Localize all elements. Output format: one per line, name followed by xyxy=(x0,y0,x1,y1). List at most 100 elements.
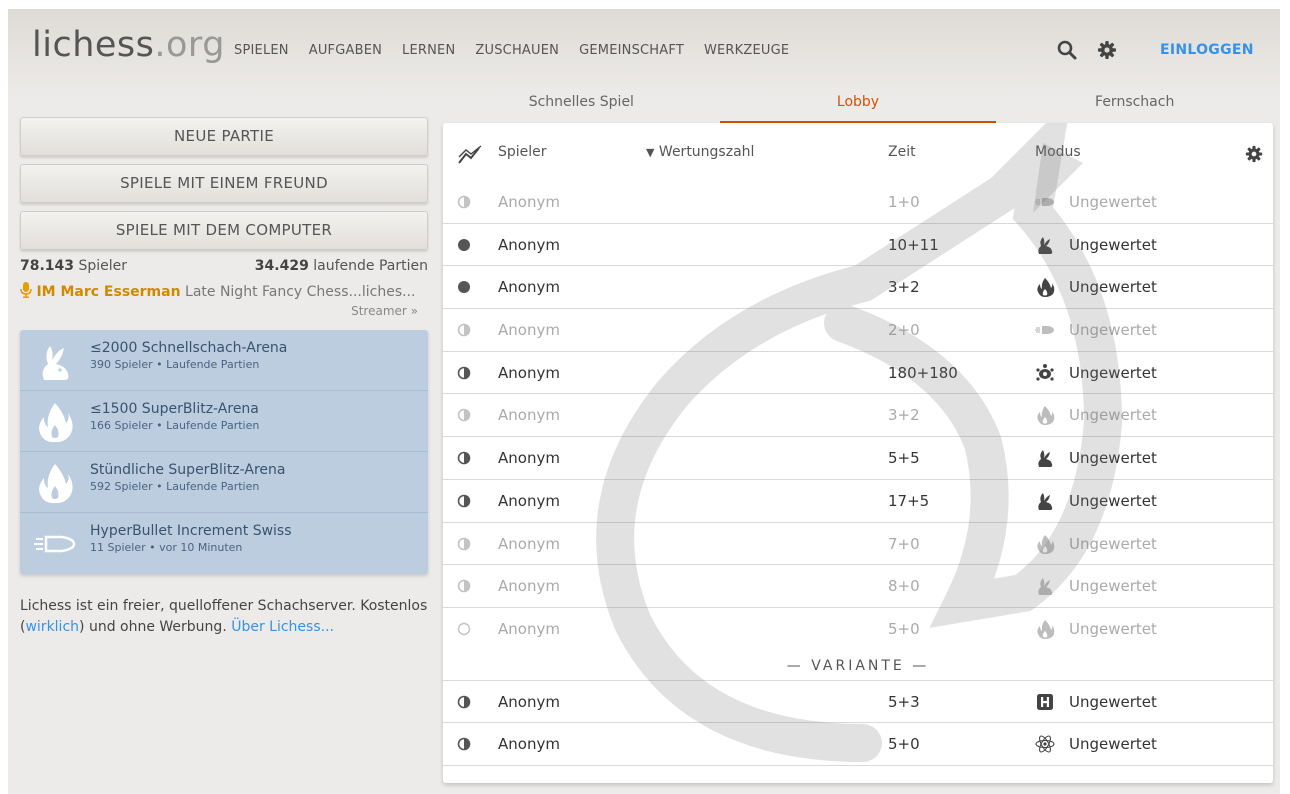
row-player: Anonym xyxy=(498,735,560,754)
lobby-row[interactable]: Anonym 10+11 Ungewertet xyxy=(443,224,1273,267)
column-player[interactable]: Spieler xyxy=(498,144,547,160)
row-time: 5+5 xyxy=(888,449,920,468)
color-indicator-icon xyxy=(457,737,471,751)
row-time: 3+2 xyxy=(888,406,920,425)
lobby-row[interactable]: Anonym 2+0 Ungewertet xyxy=(443,309,1273,352)
color-indicator-icon xyxy=(457,195,471,209)
row-player: Anonym xyxy=(498,534,560,553)
color-indicator-icon xyxy=(457,494,471,508)
horde-icon xyxy=(1037,693,1053,710)
lobby-table: Spieler ▼ Wertungszahl Zeit Modus Anonym… xyxy=(443,123,1273,783)
tournament-sub: 166 Spieler • Laufende Partien xyxy=(90,419,260,432)
row-time: 7+0 xyxy=(888,534,920,553)
tab-schnelles-spiel[interactable]: Schnelles Spiel xyxy=(443,91,720,123)
column-time[interactable]: Zeit xyxy=(888,144,916,160)
row-mode: Ungewertet xyxy=(1069,235,1157,254)
color-indicator-icon xyxy=(457,537,471,550)
lobby-row[interactable]: Anonym 17+5 Ungewertet xyxy=(443,480,1273,523)
left-column: NEUE PARTIE SPIELE MIT EINEM FREUND SPIE… xyxy=(20,117,428,638)
color-indicator-icon xyxy=(458,238,470,251)
tournament-item[interactable]: ≤1500 SuperBlitz-Arena 166 Spieler • Lau… xyxy=(20,391,428,452)
nav-werkzeuge[interactable]: WERKZEUGE xyxy=(704,43,789,58)
tournament-item[interactable]: Stündliche SuperBlitz-Arena 592 Spieler … xyxy=(20,452,428,513)
play-with-friend-button[interactable]: SPIELE MIT EINEM FREUND xyxy=(20,164,428,203)
site-logo[interactable]: lichess.org xyxy=(32,25,225,65)
rabbit-icon xyxy=(1038,578,1053,596)
logo-tld: .org xyxy=(154,25,225,65)
flame-icon xyxy=(39,464,73,504)
main-nav: SPIELEN AUFGABEN LERNEN ZUSCHAUEN GEMEIN… xyxy=(234,43,809,58)
lobby-header: Spieler ▼ Wertungszahl Zeit Modus xyxy=(443,123,1273,181)
lobby-tabs: Schnelles Spiel Lobby Fernschach xyxy=(443,91,1273,123)
tournament-name: Stündliche SuperBlitz-Arena xyxy=(90,462,286,478)
new-game-button[interactable]: NEUE PARTIE xyxy=(20,117,428,156)
lobby-row[interactable]: Anonym 1+0 Ungewertet xyxy=(443,181,1273,224)
row-player: Anonym xyxy=(498,577,560,596)
lobby-row[interactable]: Anonym 5+0 Ungewertet xyxy=(443,608,1273,651)
logo-main: lichess xyxy=(32,25,155,65)
bullet-icon xyxy=(1035,198,1054,206)
row-mode: Ungewertet xyxy=(1069,449,1157,468)
atomic-icon xyxy=(1035,735,1055,753)
tournament-name: ≤1500 SuperBlitz-Arena xyxy=(90,401,259,417)
row-mode: Ungewertet xyxy=(1069,491,1157,510)
nav-zuschauen[interactable]: ZUSCHAUEN xyxy=(475,43,559,58)
column-mode[interactable]: Modus xyxy=(1035,144,1081,160)
lobby-row[interactable]: Anonym 5+3 Ungewertet xyxy=(443,681,1273,724)
tournament-name: HyperBullet Increment Swiss xyxy=(90,523,292,539)
row-mode: Ungewertet xyxy=(1069,577,1157,596)
bullet-icon xyxy=(34,535,76,553)
tournament-sub: 592 Spieler • Laufende Partien xyxy=(90,480,260,493)
player-count[interactable]: 78.143 Spieler xyxy=(20,258,127,274)
row-time: 180+180 xyxy=(888,363,958,382)
lobby-row[interactable]: Anonym 3+2 Ungewertet xyxy=(443,394,1273,438)
tournament-item[interactable]: ≤2000 Schnellschach-Arena 390 Spieler • … xyxy=(20,330,428,391)
lobby-row[interactable]: Anonym 8+0 Ungewertet xyxy=(443,565,1273,608)
color-indicator-icon xyxy=(457,366,471,380)
row-time: 5+0 xyxy=(888,619,920,638)
row-player: Anonym xyxy=(498,363,560,382)
tournament-list: ≤2000 Schnellschach-Arena 390 Spieler • … xyxy=(20,330,428,574)
login-link[interactable]: EINLOGGEN xyxy=(1160,42,1254,58)
lobby-row[interactable]: Anonym 5+0 Ungewertet xyxy=(443,723,1273,766)
microphone-icon xyxy=(20,282,32,298)
streamer-entry[interactable]: IM Marc Esserman Late Night Fancy Chess.… xyxy=(20,282,428,300)
lobby-row[interactable]: Anonym 3+2 Ungewertet xyxy=(443,266,1273,310)
site-header: lichess.org SPIELEN AUFGABEN LERNEN ZUSC… xyxy=(8,9,1280,91)
tournament-item[interactable]: HyperBullet Increment Swiss 11 Spieler •… xyxy=(20,513,428,574)
rating-chart-icon[interactable] xyxy=(457,145,483,165)
bullet-icon xyxy=(1035,326,1054,335)
row-mode: Ungewertet xyxy=(1069,406,1157,425)
row-player: Anonym xyxy=(498,193,560,211)
game-count[interactable]: 34.429 laufende Partien xyxy=(255,258,428,274)
row-time: 1+0 xyxy=(888,193,920,211)
settings-gear-icon[interactable] xyxy=(1244,144,1264,164)
color-indicator-icon xyxy=(457,695,471,708)
rabbit-icon xyxy=(42,346,69,380)
lobby-row[interactable]: Anonym 180+180 Ungewertet xyxy=(443,352,1273,395)
nav-spielen[interactable]: SPIELEN xyxy=(234,43,289,58)
flame-icon xyxy=(1037,534,1055,554)
tab-fernschach[interactable]: Fernschach xyxy=(996,91,1273,123)
lobby-row[interactable]: Anonym 5+5 Ungewertet xyxy=(443,437,1273,480)
streamer-more-link[interactable]: Streamer » xyxy=(20,304,418,318)
row-player: Anonym xyxy=(498,278,560,297)
nav-gemeinschaft[interactable]: GEMEINSCHAFT xyxy=(579,43,684,58)
tab-lobby[interactable]: Lobby xyxy=(719,91,997,123)
row-player: Anonym xyxy=(498,449,560,468)
gear-icon[interactable] xyxy=(1096,39,1118,61)
search-icon[interactable] xyxy=(1056,39,1078,61)
row-player: Anonym xyxy=(498,235,560,254)
streamer-name: IM Marc Esserman xyxy=(36,284,181,300)
about-lichess-link[interactable]: Über Lichess... xyxy=(231,619,334,635)
nav-aufgaben[interactable]: AUFGABEN xyxy=(309,43,382,58)
lobby-row[interactable]: Anonym 7+0 Ungewertet xyxy=(443,523,1273,566)
play-with-computer-button[interactable]: SPIELE MIT DEM COMPUTER xyxy=(20,211,428,250)
flame-icon xyxy=(1037,278,1055,298)
nav-lernen[interactable]: LERNEN xyxy=(402,43,455,58)
row-mode: Ungewertet xyxy=(1069,278,1157,297)
column-rating[interactable]: ▼ Wertungszahl xyxy=(646,144,754,160)
row-time: 17+5 xyxy=(888,491,930,510)
row-time: 3+2 xyxy=(888,278,920,297)
wirklich-link[interactable]: wirklich xyxy=(25,619,79,635)
